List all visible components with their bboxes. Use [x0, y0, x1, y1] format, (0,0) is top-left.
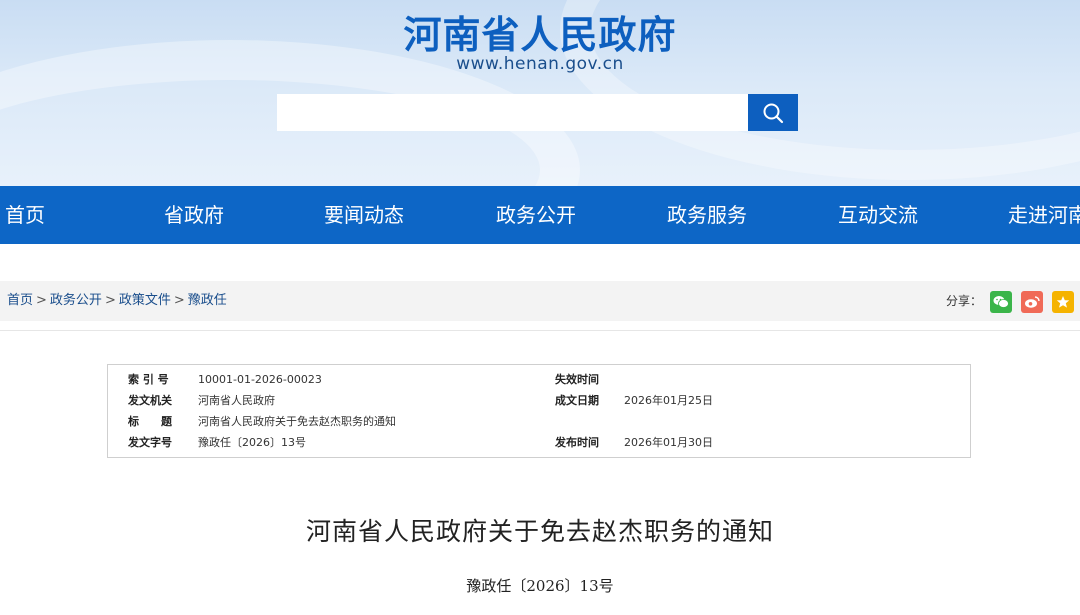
weibo-icon — [1025, 296, 1040, 308]
meta-row: 索 引 号 10001-01-2026-00023 失效时间 — [108, 370, 972, 390]
search-button[interactable] — [748, 94, 798, 131]
document-title: 河南省人民政府关于免去赵杰职务的通知 — [305, 517, 774, 546]
nav-item-government-affairs[interactable]: 政务公开 — [496, 186, 576, 244]
share-label: 分享： — [946, 294, 983, 308]
created-date-value: 2026年01月25日 — [624, 394, 713, 407]
issuer-value: 河南省人民政府 — [198, 394, 275, 407]
created-date-label: 成文日期 — [555, 394, 599, 407]
breadcrumb: 首页 > 政务公开 > 政策文件 > 豫政任 — [7, 281, 227, 321]
breadcrumb-bar: 首页 > 政务公开 > 政策文件 > 豫政任 分享： — [0, 281, 1080, 321]
published-time-label: 发布时间 — [555, 436, 599, 449]
nav-item-government-services[interactable]: 政务服务 — [667, 186, 747, 244]
nav-item-home[interactable]: 首页 — [5, 186, 45, 244]
nav-item-interaction[interactable]: 互动交流 — [838, 186, 918, 244]
nav-item-news[interactable]: 要闻动态 — [324, 186, 404, 244]
breadcrumb-item-government-affairs[interactable]: 政务公开 — [50, 293, 102, 308]
document-number: 豫政任〔2026〕13号 — [466, 577, 614, 595]
search-box — [277, 94, 749, 131]
breadcrumb-item-home[interactable]: 首页 — [7, 293, 33, 308]
breadcrumb-separator: > — [104, 293, 116, 308]
site-title[interactable]: 河南省人民政府 — [0, 4, 1080, 59]
search-input[interactable] — [277, 94, 749, 131]
site-url[interactable]: www.henan.gov.cn — [0, 54, 1080, 74]
meta-row: 标 题 河南省人民政府关于免去赵杰职务的通知 — [108, 412, 972, 432]
share-weibo-button[interactable] — [1021, 291, 1043, 313]
breadcrumb-separator: > — [36, 293, 47, 308]
search-icon — [763, 103, 784, 123]
main-nav: 首页 省政府 要闻动态 政务公开 政务服务 互动交流 走进河南 — [0, 186, 1080, 244]
document-metadata-table: 索 引 号 10001-01-2026-00023 失效时间 发文机关 河南省人… — [107, 364, 971, 458]
published-time-value: 2026年01月30日 — [624, 436, 713, 449]
share-favorite-button[interactable] — [1052, 291, 1074, 313]
meta-row: 发文机关 河南省人民政府 成文日期 2026年01月25日 — [108, 391, 972, 411]
issuer-label: 发文机关 — [128, 394, 172, 407]
breadcrumb-item-policy-documents[interactable]: 政策文件 — [119, 293, 171, 308]
wechat-icon — [993, 296, 1009, 308]
breadcrumb-item-appointments[interactable]: 豫政任 — [188, 293, 227, 308]
title-value: 河南省人民政府关于免去赵杰职务的通知 — [198, 415, 396, 428]
favorite-icon — [1056, 296, 1070, 308]
expire-time-label: 失效时间 — [555, 373, 599, 386]
index-number-label: 索 引 号 — [128, 373, 169, 386]
nav-item-provincial-government[interactable]: 省政府 — [164, 186, 224, 244]
share-wechat-button[interactable] — [990, 291, 1012, 313]
nav-item-about-henan[interactable]: 走进河南 — [1008, 186, 1080, 244]
document-number-label: 发文字号 — [128, 436, 172, 449]
title-label: 标 题 — [128, 415, 172, 428]
breadcrumb-separator: > — [173, 293, 185, 308]
index-number-value: 10001-01-2026-00023 — [198, 373, 322, 386]
meta-row: 发文字号 豫政任〔2026〕13号 发布时间 2026年01月30日 — [108, 433, 972, 453]
section-divider — [0, 330, 1080, 331]
document-number-value: 豫政任〔2026〕13号 — [198, 436, 306, 449]
site-header: 河南省人民政府 www.henan.gov.cn — [0, 0, 1080, 186]
